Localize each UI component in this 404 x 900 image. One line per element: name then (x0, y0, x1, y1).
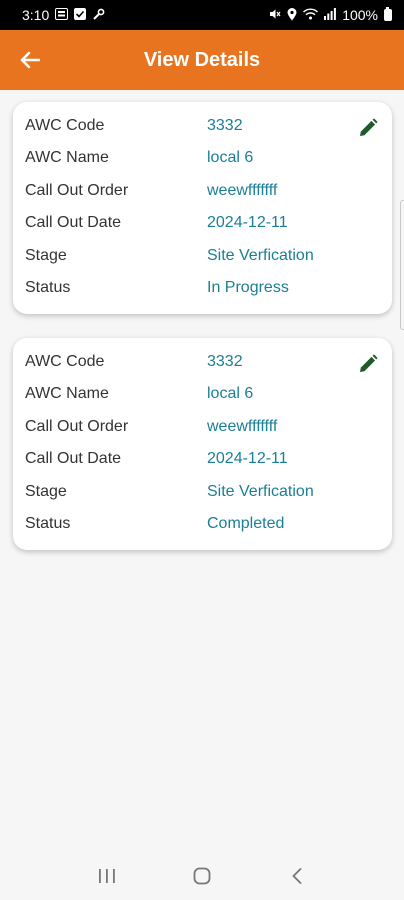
field-label: Call Out Date (25, 450, 122, 467)
row-awc-code: AWC Code 3332 (25, 110, 375, 142)
chevron-left-icon (291, 867, 302, 885)
app-bar: View Details (0, 30, 404, 90)
details-card: AWC Code 3332 AWC Name local 6 Call Out … (13, 102, 392, 314)
status-bar-left: 3:10 (22, 7, 105, 23)
system-nav-bar (0, 852, 404, 900)
field-label: Status (25, 515, 71, 532)
field-value: weewfffffff (207, 418, 278, 435)
field-value: 3332 (207, 117, 243, 134)
gallery-icon (55, 8, 69, 22)
scroll-indicator[interactable] (400, 200, 404, 330)
field-value: Site Verfication (207, 247, 314, 264)
page-title: View Details (143, 48, 261, 71)
row-call-out-date: Call Out Date 2024-12-11 (25, 207, 375, 239)
row-awc-name: AWC Name local 6 (25, 142, 375, 174)
signal-icon (324, 8, 337, 22)
status-bar: 3:10 100% (0, 0, 404, 30)
field-value: local 6 (207, 385, 254, 402)
battery-percent: 100% (342, 7, 378, 23)
field-label: AWC Name (25, 149, 109, 166)
field-label: Stage (25, 483, 67, 500)
location-icon (287, 7, 297, 23)
wifi-icon (303, 8, 319, 22)
status-value: In Progress (207, 279, 289, 296)
field-label: AWC Code (25, 117, 105, 134)
status-bar-right: 100% (269, 7, 392, 23)
back-button[interactable] (14, 44, 46, 76)
field-value: Site Verfication (207, 483, 314, 500)
field-label: AWC Name (25, 385, 109, 402)
field-label: Call Out Order (25, 182, 129, 199)
battery-icon (384, 7, 392, 21)
field-label: AWC Code (25, 353, 105, 370)
home-icon (193, 867, 211, 885)
field-value: 2024-12-11 (207, 214, 288, 231)
field-value: weewfffffff (207, 182, 278, 199)
field-value: 2024-12-11 (207, 450, 288, 467)
row-awc-code: AWC Code 3332 (25, 346, 375, 378)
recent-apps-icon (99, 869, 116, 883)
check-square-icon (74, 8, 87, 22)
row-stage: Stage Site Verfication (25, 476, 375, 508)
field-label: Status (25, 279, 71, 296)
status-time: 3:10 (22, 7, 50, 23)
recent-apps-button[interactable] (87, 856, 127, 896)
details-card: AWC Code 3332 AWC Name local 6 Call Out … (13, 338, 392, 550)
system-back-button[interactable] (277, 856, 317, 896)
arrow-left-icon (20, 51, 40, 69)
wrench-icon (92, 8, 105, 23)
status-value: Completed (207, 515, 285, 532)
home-button[interactable] (182, 856, 222, 896)
field-value: 3332 (207, 353, 243, 370)
field-label: Call Out Order (25, 418, 129, 435)
row-call-out-order: Call Out Order weewfffffff (25, 175, 375, 207)
field-value: local 6 (207, 149, 254, 166)
row-stage: Stage Site Verfication (25, 240, 375, 272)
row-awc-name: AWC Name local 6 (25, 378, 375, 410)
mute-icon (269, 8, 281, 22)
row-status: Status In Progress (25, 272, 375, 304)
row-status: Status Completed (25, 508, 375, 540)
field-label: Call Out Date (25, 214, 122, 231)
field-label: Stage (25, 247, 67, 264)
row-call-out-date: Call Out Date 2024-12-11 (25, 443, 375, 475)
row-call-out-order: Call Out Order weewfffffff (25, 411, 375, 443)
